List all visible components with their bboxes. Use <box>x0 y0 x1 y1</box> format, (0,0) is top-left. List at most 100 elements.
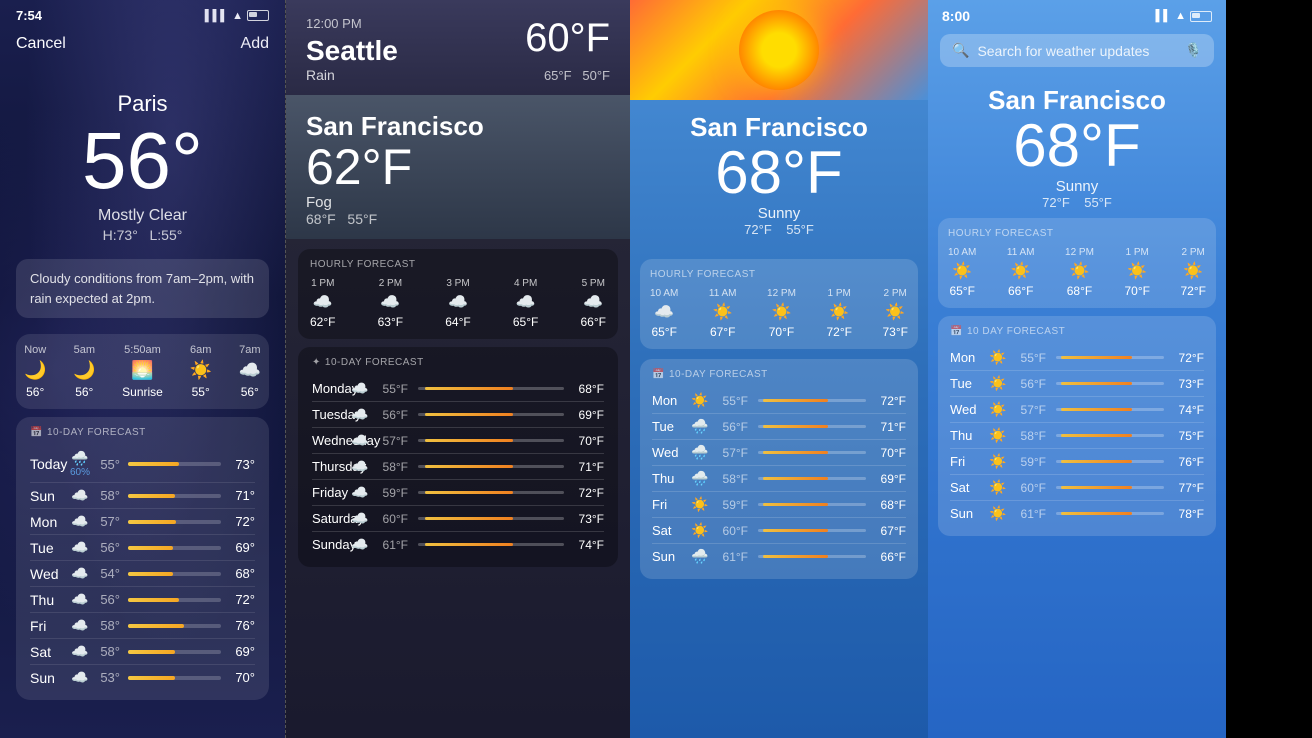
p2-forecast-row: Monday ☁️ 55°F 68°F <box>312 376 604 402</box>
panel-paris: 7:54 ▌▌▌ ▲ Cancel Add Paris 56° Mostly C… <box>0 0 285 738</box>
p3-condition: Sunny <box>646 205 912 222</box>
p4-signal-icon: ▌▌ <box>1156 10 1172 22</box>
paris-hilo: H:73° L:55° <box>16 227 269 243</box>
p2-hourly-item: 1 PM☁️62°F <box>310 278 335 329</box>
p4-condition: Sunny <box>942 178 1212 195</box>
p4-status-icons: ▌▌ ▲ <box>1156 10 1212 22</box>
panel-seattle-sf: 12:00 PM Seattle 60°F Rain 65°F 50°F San… <box>285 0 630 738</box>
seattle-hilo: 65°F 50°F <box>544 68 610 83</box>
p2-hourly-section: Hourly Forecast 1 PM☁️62°F 2 PM☁️63°F 3 PM… <box>298 249 618 339</box>
search-input-label: Search for weather updates <box>977 43 1149 59</box>
paris-condition: Mostly Clear <box>16 207 269 225</box>
p4-forecast-row: Sun ☀️ 61°F 78°F <box>950 501 1204 526</box>
p4-hourly-label: Hourly Forecast <box>948 228 1206 239</box>
p2-hourly-item: 4 PM☁️65°F <box>513 278 538 329</box>
p2-forecast-row: Thursday ☁️ 58°F 71°F <box>312 454 604 480</box>
p4-hourly-item: 10 AM☀️65°F <box>948 247 976 298</box>
p4-forecast-row: Mon ☀️ 55°F 72°F <box>950 345 1204 371</box>
p4-forecast-row: Sat ☀️ 60°F 77°F <box>950 475 1204 501</box>
p3-hourly-item: 1 PM☀️72°F <box>826 288 851 339</box>
p3-forecast-row: Wed 🌧️ 57°F 70°F <box>652 440 906 466</box>
p3-temp: 68°F <box>646 143 912 203</box>
paris-forecast-row: Sun ☁️ 53° 70° <box>30 665 255 690</box>
p3-forecast-row: Sat ☀️ 60°F 67°F <box>652 518 906 544</box>
paris-forecast-row: Wed ☁️ 54° 68° <box>30 561 255 587</box>
paris-forecast-row: Thu ☁️ 56° 72° <box>30 587 255 613</box>
paris-hourly-section: Now🌙56°5am🌙56°5:50am🌅Sunrise6am☀️55°7am☁… <box>16 334 269 409</box>
paris-forecast-list: Today 🌧️60% 55° 73° Sun ☁️ 58° 71° Mon ☁… <box>30 446 255 690</box>
sf-dark-city: San Francisco <box>306 111 610 142</box>
p2-forecast-row: Saturday ☁️ 60°F 73°F <box>312 506 604 532</box>
p4-hourly-item: 2 PM☀️72°F <box>1180 247 1205 298</box>
p4-forecast-label: 📅 10 DAY FORECAST <box>950 326 1204 337</box>
paris-forecast-row: Sun ☁️ 58° 71° <box>30 483 255 509</box>
sf-dark-hilo: 68°F 55°F <box>306 211 610 227</box>
p3-hourly-section: Hourly Forecast 10 AM☁️65°F11 AM☀️67°F12… <box>640 259 918 349</box>
p4-forecast-row: Thu ☀️ 58°F 75°F <box>950 423 1204 449</box>
p3-hourly-item: 11 AM☀️67°F <box>709 288 737 339</box>
p2-forecast-section: ✦ 10-DAY FORECAST Monday ☁️ 55°F 68°F Tu… <box>298 347 618 567</box>
p4-main-content: San Francisco 68°F Sunny 72°F 55°F <box>928 73 1226 210</box>
p3-forecast-label: 📅 10-DAY FORECAST <box>652 369 906 380</box>
paris-hourly-items: Now🌙56°5am🌙56°5:50am🌅Sunrise6am☀️55°7am☁… <box>24 344 261 399</box>
paris-forecast-header: 📅 10-DAY FORECAST <box>30 427 255 438</box>
p4-forecast-section: 📅 10 DAY FORECAST Mon ☀️ 55°F 72°F Tue ☀… <box>938 316 1216 536</box>
p2-hourly-grid: 1 PM☁️62°F 2 PM☁️63°F 3 PM☁️64°F 4 PM☁️65°F… <box>310 278 606 329</box>
p2-forecast-row: Wednesday ☁️ 57°F 70°F <box>312 428 604 454</box>
p4-time: 8:00 <box>942 8 970 24</box>
p3-hourly-label: Hourly Forecast <box>650 269 908 280</box>
p4-wifi-icon: ▲ <box>1175 10 1186 22</box>
paris-lo: L:55° <box>149 227 182 243</box>
sf-dark-section: San Francisco 62°F Fog 68°F 55°F <box>286 95 630 239</box>
paris-temp: 56° <box>16 121 269 201</box>
p4-hourly-item: 11 AM☀️66°F <box>1007 247 1035 298</box>
p2-hourly-item: 3 PM☁️64°F <box>445 278 470 329</box>
paris-hourly-item: 5am🌙56° <box>73 344 95 399</box>
p4-forecast-row: Wed ☀️ 57°F 74°F <box>950 397 1204 423</box>
p3-hourly-grid: 10 AM☁️65°F11 AM☀️67°F12 PM☀️70°F1 PM☀️7… <box>650 288 908 339</box>
p2-hourly-item: 2 PM☁️63°F <box>378 278 403 329</box>
paris-city: Paris <box>16 91 269 117</box>
p3-forecast-row: Sun 🌧️ 61°F 66°F <box>652 544 906 569</box>
battery-icon <box>247 10 269 21</box>
panel-sf-search: 8:00 ▌▌ ▲ 🔍 Search for weather updates 🎙… <box>928 0 1226 738</box>
seattle-section: 12:00 PM Seattle 60°F Rain 65°F 50°F <box>286 0 630 95</box>
paris-forecast-row: Today 🌧️60% 55° 73° <box>30 446 255 483</box>
calendar-icon: 📅 <box>30 427 43 438</box>
paris-forecast-row: Fri ☁️ 58° 76° <box>30 613 255 639</box>
p4-forecast-row: Tue ☀️ 56°F 73°F <box>950 371 1204 397</box>
p4-hourly-item: 1 PM☀️70°F <box>1124 247 1149 298</box>
sf-dark-temp: 62°F <box>306 142 610 192</box>
paris-main-content: Paris 56° Mostly Clear H:73° L:55° Cloud… <box>0 91 285 700</box>
p3-forecast-section: 📅 10-DAY FORECAST Mon ☀️ 55°F 72°F Tue 🌧… <box>640 359 918 579</box>
p4-search-bar[interactable]: 🔍 Search for weather updates 🎙️ <box>940 34 1214 67</box>
paris-forecast-section: 📅 10-DAY FORECAST Today 🌧️60% 55° 73° Su… <box>16 417 269 700</box>
p3-content: San Francisco 68°F Sunny 72°F 55°F <box>630 100 928 249</box>
p3-hourly-item: 10 AM☁️65°F <box>650 288 678 339</box>
p2-hourly-label: Hourly Forecast <box>310 259 606 270</box>
paris-cloud-notice: Cloudy conditions from 7am–2pm, with rai… <box>16 259 269 318</box>
p2-forecast-list: Monday ☁️ 55°F 68°F Tuesday ☁️ 56°F 69°F… <box>312 376 604 557</box>
p3-hourly-item: 2 PM☀️73°F <box>882 288 907 339</box>
p3-forecast-row: Tue 🌧️ 56°F 71°F <box>652 414 906 440</box>
panel-sf-blue: San Francisco 68°F Sunny 72°F 55°F Hourl… <box>630 0 928 738</box>
p4-forecast-list: Mon ☀️ 55°F 72°F Tue ☀️ 56°F 73°F Wed ☀️… <box>950 345 1204 526</box>
mic-icon: 🎙️ <box>1185 42 1202 59</box>
p4-forecast-row: Fri ☀️ 59°F 76°F <box>950 449 1204 475</box>
sf-sun-image <box>630 0 928 100</box>
p4-battery-icon <box>1190 11 1212 22</box>
p2-forecast-row: Tuesday ☁️ 56°F 69°F <box>312 402 604 428</box>
paris-forecast-row: Mon ☁️ 57° 72° <box>30 509 255 535</box>
p3-forecast-row: Fri ☀️ 59°F 68°F <box>652 492 906 518</box>
p4-temp: 68°F <box>942 116 1212 176</box>
p4-status-bar: 8:00 ▌▌ ▲ <box>928 0 1226 28</box>
paris-forecast-row: Sat ☁️ 58° 69° <box>30 639 255 665</box>
p3-forecast-list: Mon ☀️ 55°F 72°F Tue 🌧️ 56°F 71°F Wed 🌧️… <box>652 388 906 569</box>
p4-hourly-section: Hourly Forecast 10 AM☀️65°F11 AM☀️66°F12… <box>938 218 1216 308</box>
p2-forecast-label: ✦ 10-DAY FORECAST <box>312 357 604 368</box>
paris-hourly-item: 6am☀️55° <box>190 344 212 399</box>
p3-forecast-row: Mon ☀️ 55°F 72°F <box>652 388 906 414</box>
p2-forecast-row: Friday ☁️ 59°F 72°F <box>312 480 604 506</box>
paris-hi: H:73° <box>103 227 138 243</box>
seattle-temp: 60°F <box>525 16 610 61</box>
